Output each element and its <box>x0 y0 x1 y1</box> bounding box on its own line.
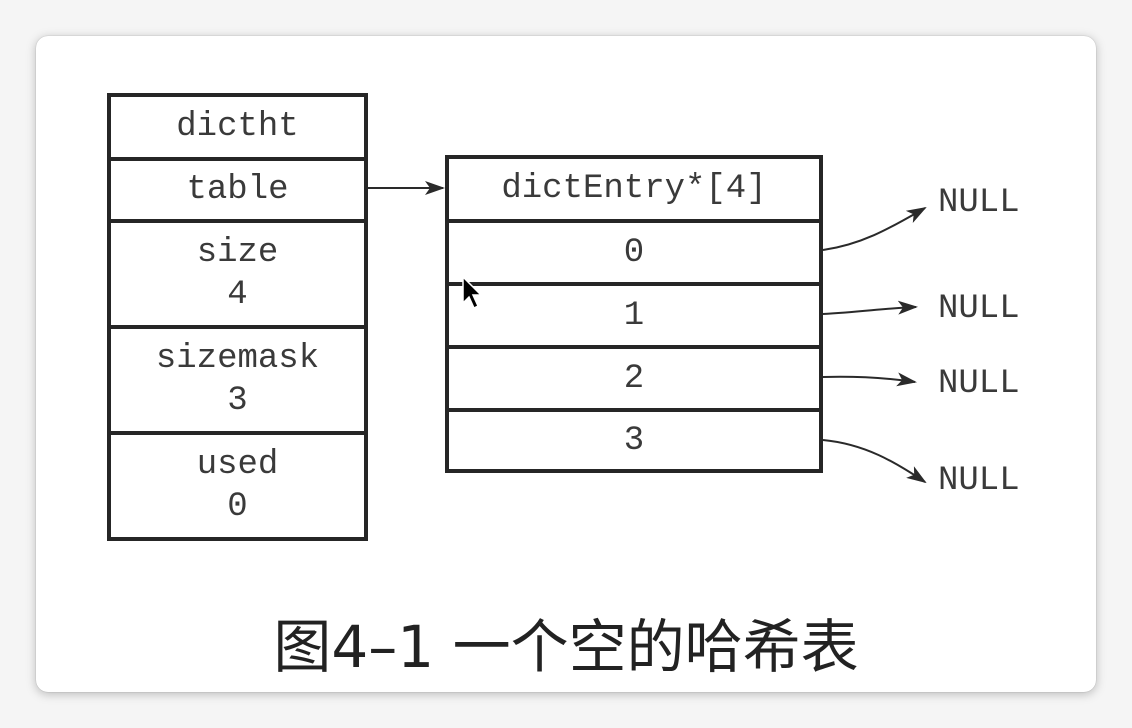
slot-0-null-arrow <box>822 207 927 251</box>
null-label-3: NULL <box>938 462 1020 500</box>
figure-caption: 图4–1 一个空的哈希表 <box>273 613 859 681</box>
slot-1-null-arrow <box>822 300 918 315</box>
slot-2-null-arrow <box>822 372 917 387</box>
null-label-2: NULL <box>938 365 1020 403</box>
slot-3-null-arrow <box>822 439 927 484</box>
mouse-cursor-icon <box>462 276 483 310</box>
null-label-0: NULL <box>938 184 1020 222</box>
null-label-1: NULL <box>938 290 1020 328</box>
